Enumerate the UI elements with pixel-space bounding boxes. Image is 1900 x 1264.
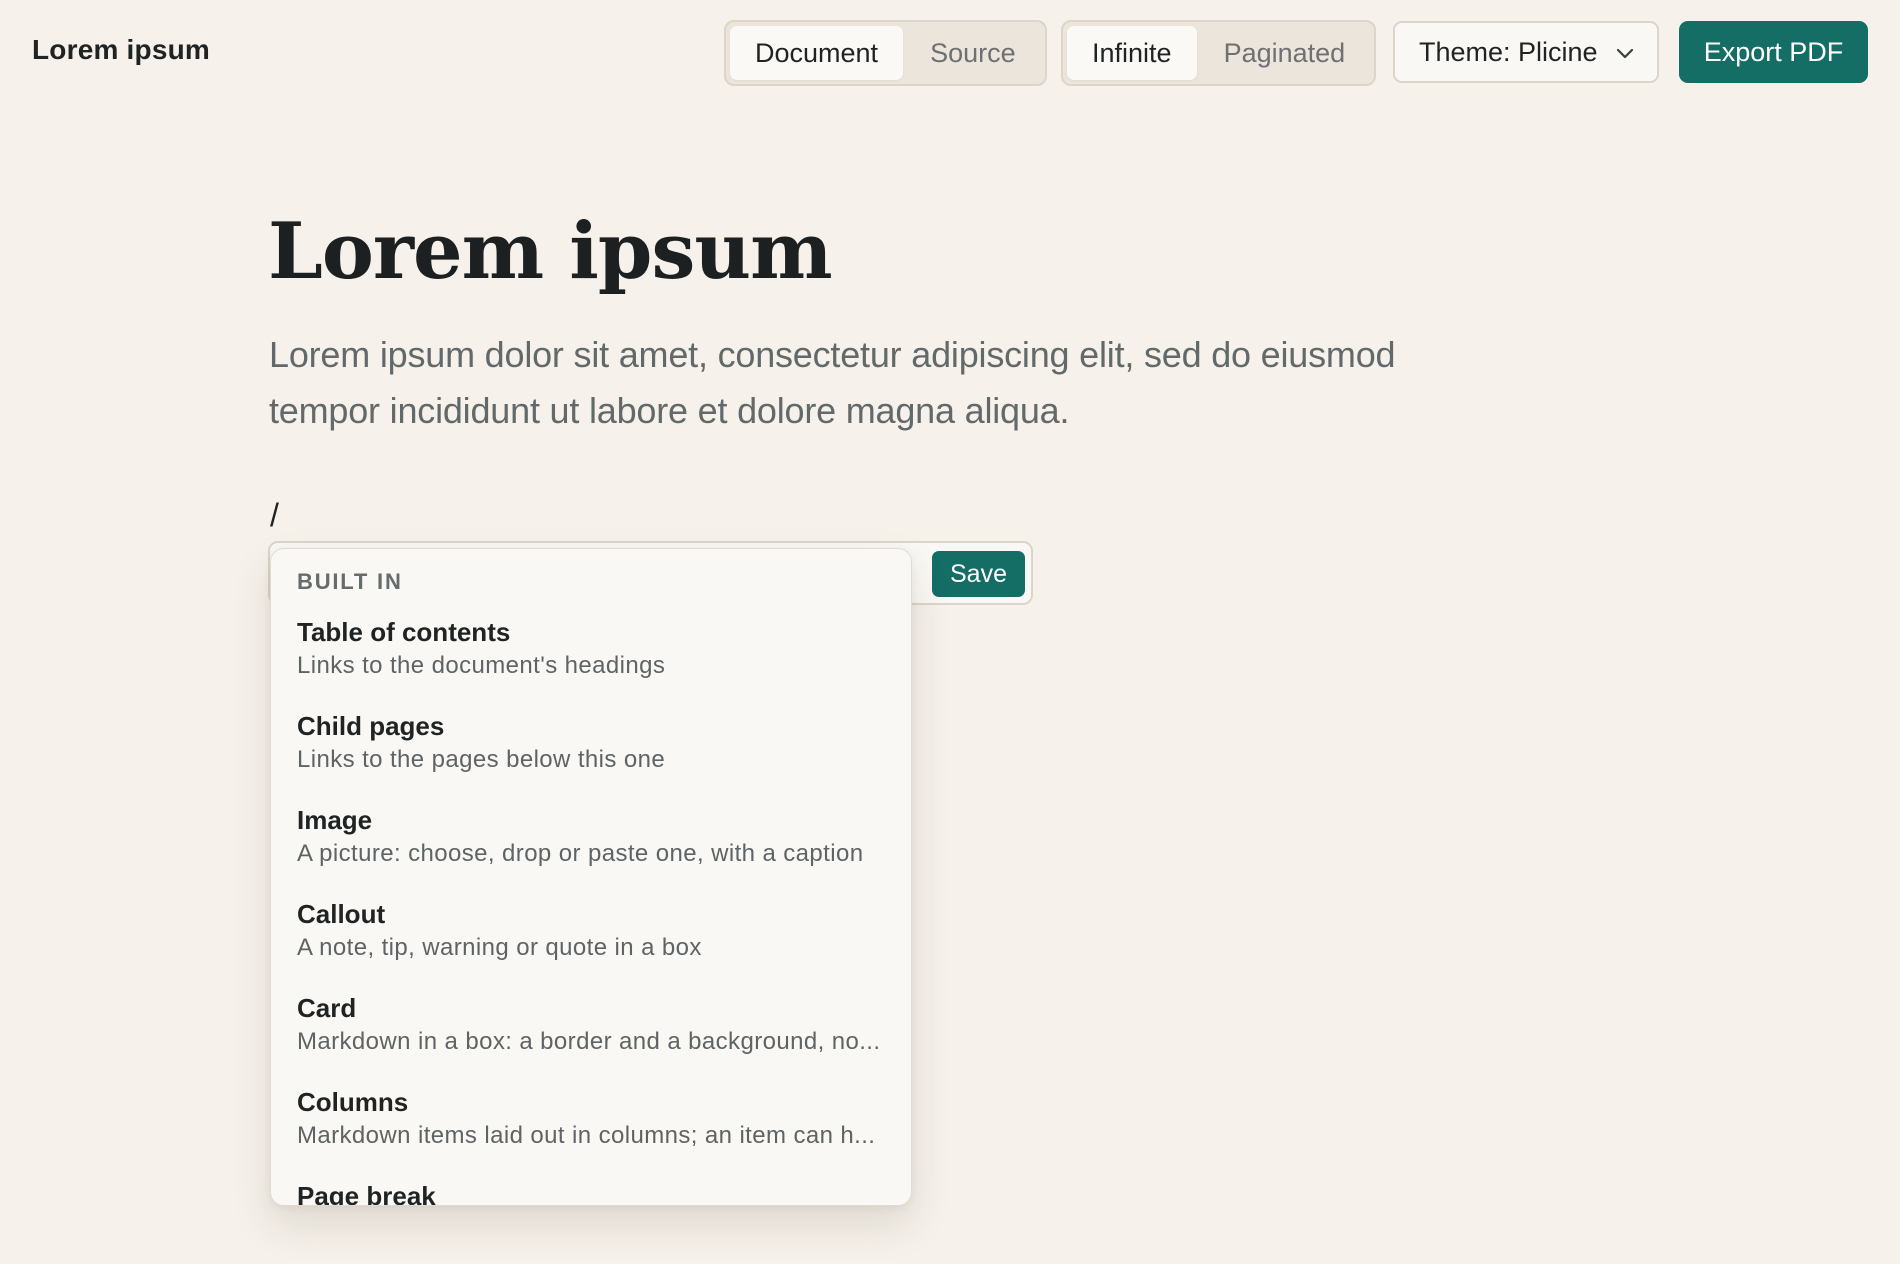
menu-item-description: Links to the pages below this one — [297, 746, 666, 773]
menu-item-columns[interactable]: Columns Markdown items laid out in colum… — [271, 1085, 911, 1179]
menu-item-description: A picture: choose, drop or paste one, wi… — [297, 840, 864, 867]
menu-item-image[interactable]: Image A picture: choose, drop or paste o… — [271, 803, 911, 897]
menu-section-header: BUILT IN — [297, 569, 403, 594]
menu-item-title: Callout — [297, 899, 386, 929]
menu-item-title: Columns — [297, 1087, 409, 1117]
menu-item-card[interactable]: Card Markdown in a box: a border and a b… — [271, 991, 911, 1085]
menu-item-table-of-contents[interactable]: Table of contents Links to the document'… — [271, 615, 911, 709]
top-bar: Lorem ipsum Document Source Infinite Pag… — [0, 0, 1900, 104]
chevron-down-icon — [1616, 48, 1634, 59]
document-lead: Lorem ipsum dolor sit amet, consectetur … — [269, 334, 1396, 431]
menu-item-title: Image — [297, 805, 373, 835]
menu-item-description: Markdown items laid out in columns; an i… — [297, 1122, 876, 1149]
tab-source[interactable]: Source — [905, 26, 1041, 80]
menu-item-description: Markdown in a box: a border and a backgr… — [297, 1028, 881, 1055]
document-title: Lorem ipsum — [268, 206, 833, 297]
menu-item-child-pages[interactable]: Child pages Links to the pages below thi… — [271, 709, 911, 803]
menu-item-title: Page break — [297, 1181, 436, 1206]
tab-paginated[interactable]: Paginated — [1199, 26, 1371, 80]
editor-current-line[interactable]: / — [270, 497, 279, 534]
save-button[interactable]: Save — [932, 551, 1025, 597]
menu-item-title: Child pages — [297, 711, 445, 741]
menu-item-description: A note, tip, warning or quote in a box — [297, 934, 702, 961]
menu-list: Table of contents Links to the document'… — [271, 615, 911, 1206]
menu-item-title: Card — [297, 993, 357, 1023]
view-mode-toggle: Document Source — [724, 20, 1047, 86]
menu-item-page-break[interactable]: Page break — [271, 1179, 911, 1206]
theme-select[interactable]: Theme: Plicine — [1393, 21, 1659, 83]
menu-item-callout[interactable]: Callout A note, tip, warning or quote in… — [271, 897, 911, 991]
menu-item-description: Links to the document's headings — [297, 652, 666, 679]
theme-select-label: Theme: Plicine — [1419, 36, 1598, 67]
menu-item-title: Table of contents — [297, 617, 511, 647]
slash-command-menu: BUILT IN Table of contents Links to the … — [270, 548, 912, 1206]
tab-infinite[interactable]: Infinite — [1067, 26, 1197, 80]
app-title: Lorem ipsum — [32, 34, 211, 65]
export-pdf-button[interactable]: Export PDF — [1679, 21, 1868, 83]
layout-mode-toggle: Infinite Paginated — [1061, 20, 1377, 86]
tab-document[interactable]: Document — [730, 26, 904, 80]
